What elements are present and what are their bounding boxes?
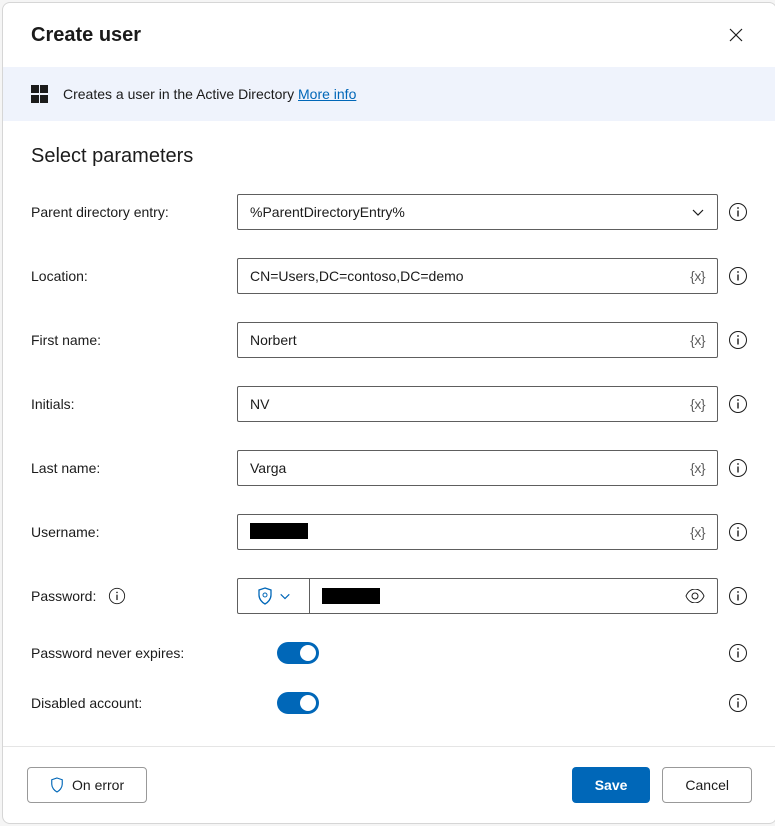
parent-directory-value: %ParentDirectoryEntry% (250, 204, 405, 220)
label-initials: Initials: (31, 396, 237, 412)
save-button[interactable]: Save (572, 767, 651, 803)
cancel-button[interactable]: Cancel (662, 767, 752, 803)
on-error-button[interactable]: On error (27, 767, 147, 803)
on-error-label: On error (72, 777, 124, 793)
row-password: Password: (31, 578, 748, 614)
dialog-content: Select parameters Parent directory entry… (3, 121, 775, 746)
info-icon[interactable] (728, 522, 748, 542)
cancel-label: Cancel (685, 777, 729, 793)
label-username: Username: (31, 524, 237, 540)
initials-input[interactable]: NV {x} (237, 386, 718, 422)
label-password: Password: (31, 588, 96, 604)
label-disabled-account: Disabled account: (31, 695, 237, 711)
banner-text-content: Creates a user in the Active Directory (63, 86, 298, 102)
label-first-name: First name: (31, 332, 237, 348)
redacted-value (250, 523, 308, 539)
label-never-expires: Password never expires: (31, 645, 237, 661)
eye-icon[interactable] (685, 589, 705, 603)
last-name-input[interactable]: Varga {x} (237, 450, 718, 486)
redacted-value (322, 588, 380, 604)
info-icon[interactable] (728, 266, 748, 286)
last-name-value: Varga (250, 460, 690, 476)
label-parent-directory: Parent directory entry: (31, 204, 237, 220)
variable-token-icon[interactable]: {x} (690, 268, 705, 284)
banner-text: Creates a user in the Active Directory M… (63, 86, 356, 102)
username-input[interactable]: {x} (237, 514, 718, 550)
parent-directory-select[interactable]: %ParentDirectoryEntry% (237, 194, 718, 230)
close-button[interactable] (720, 19, 752, 51)
info-icon[interactable] (728, 394, 748, 414)
close-icon (729, 28, 743, 42)
dialog-footer: On error Save Cancel (3, 746, 775, 823)
location-input[interactable]: CN=Users,DC=contoso,DC=demo {x} (237, 258, 718, 294)
row-initials: Initials: NV {x} (31, 386, 748, 422)
row-disabled-account: Disabled account: (31, 692, 748, 714)
info-icon[interactable] (728, 693, 748, 713)
info-banner: Creates a user in the Active Directory M… (3, 67, 775, 121)
never-expires-toggle[interactable] (277, 642, 319, 664)
more-info-link[interactable]: More info (298, 86, 356, 102)
password-input[interactable] (310, 579, 717, 613)
shield-icon (257, 587, 273, 605)
shield-outline-icon (50, 777, 64, 793)
row-last-name: Last name: Varga {x} (31, 450, 748, 486)
info-icon[interactable] (728, 202, 748, 222)
info-icon[interactable] (728, 330, 748, 350)
initials-value: NV (250, 396, 690, 412)
first-name-value: Norbert (250, 332, 690, 348)
label-location: Location: (31, 268, 237, 284)
first-name-input[interactable]: Norbert {x} (237, 322, 718, 358)
password-field (237, 578, 718, 614)
row-location: Location: CN=Users,DC=contoso,DC=demo {x… (31, 258, 748, 294)
location-value: CN=Users,DC=contoso,DC=demo (250, 268, 690, 284)
username-value (250, 523, 690, 542)
variable-token-icon[interactable]: {x} (690, 396, 705, 412)
dialog-title: Create user (31, 24, 141, 47)
chevron-down-icon (279, 590, 291, 602)
chevron-down-icon (691, 205, 705, 219)
section-title: Select parameters (31, 145, 748, 168)
row-parent-directory: Parent directory entry: %ParentDirectory… (31, 194, 748, 230)
password-type-selector[interactable] (238, 579, 310, 613)
row-first-name: First name: Norbert {x} (31, 322, 748, 358)
row-never-expires: Password never expires: (31, 642, 748, 664)
row-username: Username: {x} (31, 514, 748, 550)
windows-icon (31, 85, 49, 103)
save-label: Save (595, 777, 628, 793)
variable-token-icon[interactable]: {x} (690, 332, 705, 348)
create-user-dialog: Create user Creates a user in the Active… (2, 2, 775, 824)
info-icon[interactable] (728, 586, 748, 606)
info-icon[interactable] (108, 587, 126, 605)
variable-token-icon[interactable]: {x} (690, 460, 705, 476)
dialog-header: Create user (3, 3, 775, 67)
info-icon[interactable] (728, 643, 748, 663)
disabled-account-toggle[interactable] (277, 692, 319, 714)
variable-token-icon[interactable]: {x} (690, 524, 705, 540)
info-icon[interactable] (728, 458, 748, 478)
label-last-name: Last name: (31, 460, 237, 476)
